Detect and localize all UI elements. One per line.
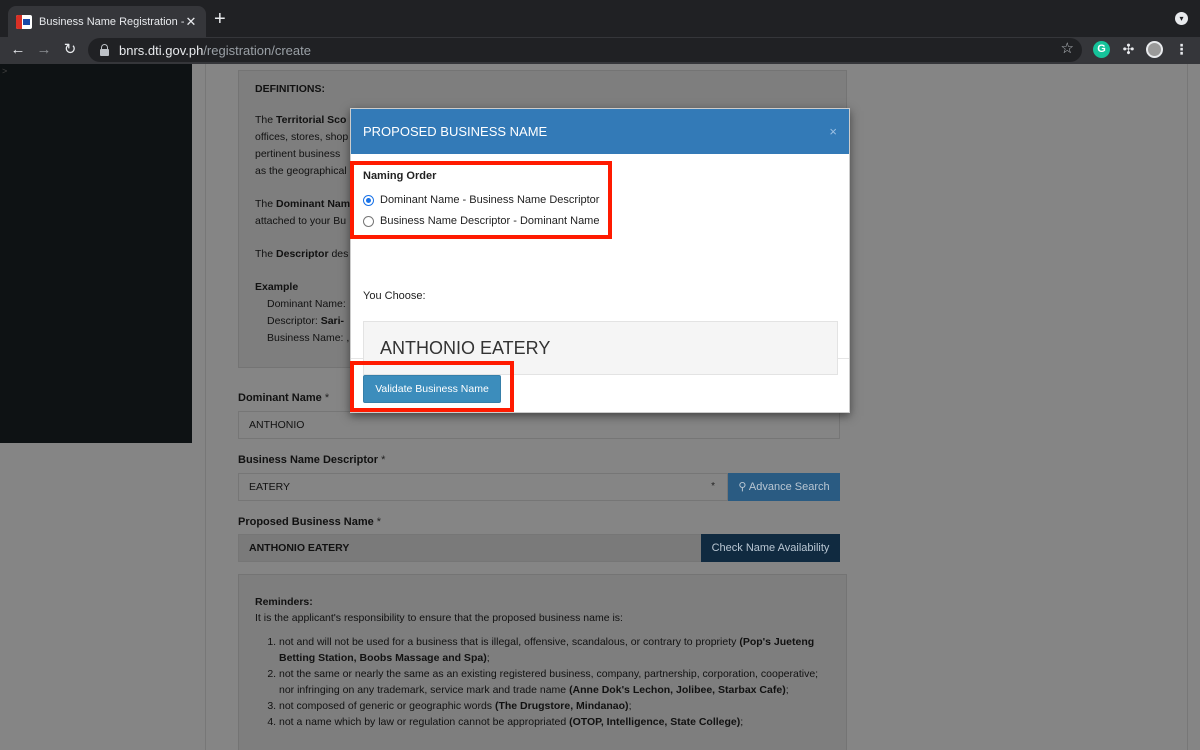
proposed-name-input[interactable]: ANTHONIO EATERY	[238, 534, 702, 562]
naming-order-highlight	[350, 161, 612, 239]
url-path: /registration/create	[203, 42, 311, 58]
advance-search-button[interactable]: ⚲ Advance Search	[728, 473, 840, 501]
definitions-heading: DEFINITIONS:	[255, 83, 325, 95]
modal-header: PROPOSED BUSINESS NAME ×	[351, 109, 849, 154]
back-arrow-icon[interactable]: ←	[8, 40, 28, 60]
browser-menu-icon[interactable]: ⋮	[1173, 41, 1190, 58]
new-tab-icon[interactable]: +	[214, 9, 226, 29]
sidebar-marker: >	[2, 66, 8, 76]
reload-icon[interactable]: ↻	[60, 40, 80, 60]
descriptor-required-mark: *	[711, 481, 715, 492]
forward-arrow-icon[interactable]: →	[34, 40, 54, 60]
address-bar[interactable]: bnrs.dti.gov.ph/registration/create ☆	[88, 38, 1082, 62]
modal-close-icon[interactable]: ×	[829, 109, 837, 155]
reminders-list: not and will not be used for a business …	[255, 634, 830, 730]
descriptor-label: Business Name Descriptor *	[238, 454, 386, 466]
search-icon: ⚲	[738, 481, 747, 493]
descriptor-select[interactable]: EATERY *	[238, 473, 728, 501]
reminder-item: not composed of generic or geographic wo…	[279, 698, 830, 714]
url-host: bnrs.dti.gov.ph	[119, 42, 204, 58]
proposed-name-label: Proposed Business Name *	[238, 516, 382, 528]
descriptor-value: EATERY	[249, 481, 291, 493]
reminder-item: not and will not be used for a business …	[279, 634, 830, 666]
reminders-intro: It is the applicant's responsibility to …	[255, 612, 623, 624]
modal-title: PROPOSED BUSINESS NAME	[363, 124, 548, 139]
site-favicon-icon	[16, 14, 32, 29]
reminders-heading: Reminders:	[255, 596, 313, 608]
dominant-name-input[interactable]: ANTHONIO	[238, 411, 840, 439]
grammarly-extension-icon[interactable]: G	[1093, 41, 1110, 58]
you-choose-label: You Choose:	[363, 290, 426, 302]
dark-sidebar-panel: >	[0, 64, 192, 443]
browser-toolbar: ← → ↻ bnrs.dti.gov.ph/registration/creat…	[0, 37, 1200, 64]
reminders-box: Reminders: It is the applicant's respons…	[238, 574, 847, 750]
check-name-availability-button[interactable]: Check Name Availability	[701, 534, 840, 562]
browser-tab-bar: Business Name Registration - I ✕ + ▾	[0, 0, 1200, 37]
dominant-name-label: Dominant Name *	[238, 392, 330, 404]
reminder-item: not a name which by law or regulation ca…	[279, 714, 830, 730]
advance-search-label: Advance Search	[748, 481, 830, 493]
tab-search-icon[interactable]: ▾	[1175, 12, 1188, 25]
reminder-item: not the same or nearly the same as an ex…	[279, 666, 830, 698]
extensions-puzzle-icon[interactable]: ✣	[1120, 41, 1137, 58]
tab-title: Business Name Registration - I	[39, 15, 184, 28]
browser-tab[interactable]: Business Name Registration - I ✕	[8, 6, 206, 37]
validate-button-highlight	[350, 361, 514, 412]
lock-icon	[100, 43, 109, 56]
tab-close-icon[interactable]: ✕	[184, 14, 198, 30]
bookmark-star-icon[interactable]: ☆	[1061, 39, 1074, 57]
profile-avatar-icon[interactable]	[1146, 41, 1163, 58]
